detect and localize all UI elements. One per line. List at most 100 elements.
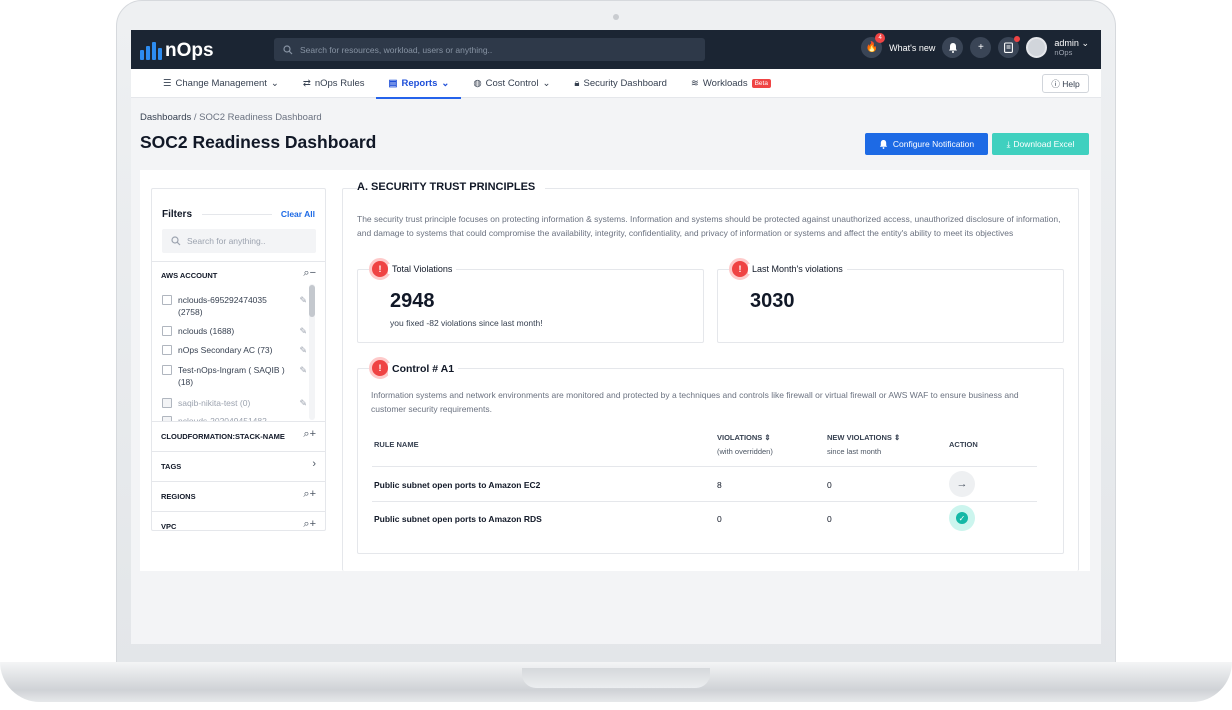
security-principles-panel: A. SECURITY TRUST PRINCIPLES The securit… [342,181,1079,571]
user-menu[interactable]: admin ⌄ nOps [1054,38,1089,58]
main-nav: ☰ Change Management ⌄ ⇄ nOps Rules ▤ Rep… [131,69,1101,99]
top-bar: nOps Search for resources, workload, use… [131,30,1101,69]
download-excel-button[interactable]: ⤓ Download Excel [992,133,1089,155]
configure-notification-button[interactable]: Configure Notification [865,133,988,155]
search-icon [283,44,293,54]
filter-search-input[interactable]: Search for anything.. [162,229,316,253]
last-month-label: Last Month's violations [748,264,847,274]
column-rule-name: RULE NAME [374,440,419,449]
breadcrumb-dashboards[interactable]: Dashboards [140,112,191,123]
checkbox[interactable] [162,326,172,336]
nav-change-management[interactable]: ☰ Change Management ⌄ [151,69,291,98]
nav-reports[interactable]: ▤ Reports ⌄ [376,69,462,99]
nav-security-dashboard[interactable]: 🔒︎ Security Dashboard [562,69,679,98]
dollar-icon: ◍ [473,77,482,89]
rule-name: Public subnet open ports to Amazon EC2 [374,480,541,490]
edit-icon[interactable]: ✎ [299,325,307,337]
nav-label: Cost Control [485,77,539,89]
vpc-section[interactable]: VPC ⌕+ [152,511,325,531]
total-violations-value: 2948 [390,290,435,312]
logo-text: nOps [165,40,214,61]
list-item[interactable]: saqib-nikita-test (0) ✎ [162,397,307,409]
user-name: admin [1054,37,1079,48]
search-add-icon[interactable]: ⌕+ [303,428,316,441]
page-title: SOC2 Readiness Dashboard [140,132,377,152]
cloudformation-label: CLOUDFORMATION:STACK-NAME [161,432,285,441]
app-screen: nOps Search for resources, workload, use… [131,30,1101,644]
section-title: A. SECURITY TRUST PRINCIPLES [357,181,546,193]
regions-label: REGIONS [161,492,196,501]
list-item[interactable]: nclouds-695292474035 (2758) ✎ [162,294,307,318]
search-add-icon[interactable]: ⌕+ [303,488,316,501]
nav-cost-control[interactable]: ◍ Cost Control ⌄ [461,69,562,98]
bell-icon[interactable] [942,37,964,58]
notification-count-badge: 4 [875,33,886,43]
list-item[interactable]: nclouds (1688) ✎ [162,325,307,337]
help-button[interactable]: ⓘ Help [1042,74,1089,93]
laptop-frame: nOps Search for resources, workload, use… [0,0,1232,710]
clear-all-link[interactable]: Clear All [281,209,315,219]
account-label: nOps Secondary AC (73) [178,345,273,355]
list-item[interactable]: Test-nOps-Ingram ( SAQIB ) (18) ✎ [162,364,307,388]
lock-icon: 🔒︎ [574,77,580,89]
account-scrollbar-thumb[interactable] [309,285,315,317]
violations-subheader: (with overridden) [717,447,773,456]
bell-icon [879,139,887,149]
search-collapse-icon[interactable]: ⌕− [303,267,316,280]
arrow-right-icon[interactable]: → [949,471,975,497]
control-a1-card: ! Control # A1 Information systems and n… [357,357,1064,554]
nav-label: Workloads [702,77,748,89]
chevron-down-icon: ⌄ [441,77,450,89]
clipboard-icon[interactable] [998,36,1021,58]
user-org: nOps [1054,47,1073,57]
edit-icon[interactable]: ✎ [299,294,307,306]
list-item[interactable]: nOps Secondary AC (73) ✎ [162,344,307,356]
violations-header: VIOLATIONS ⇕ [717,433,771,442]
report-icon: ▤ [388,77,398,89]
search-add-icon[interactable]: ⌕+ [303,518,316,531]
checkbox[interactable] [162,398,172,408]
cloudformation-section[interactable]: CLOUDFORMATION:STACK-NAME ⌕+ [152,421,325,451]
edit-icon[interactable]: ✎ [299,344,307,356]
total-violations-label: Total Violations [388,264,457,274]
tags-section[interactable]: TAGS › [152,451,325,481]
vpc-label: VPC [161,522,177,531]
column-violations[interactable]: VIOLATIONS ⇕ (with overridden) [717,433,773,456]
breadcrumb-separator: / [193,112,197,123]
nops-logo[interactable]: nOps [140,40,214,62]
aws-account-label: AWS ACCOUNT [161,271,218,280]
violations-count: 8 [717,480,722,490]
edit-icon[interactable]: ✎ [299,397,307,409]
content-area: Filters Clear All Search for anything.. … [140,170,1090,571]
chevron-right-icon[interactable]: › [312,458,316,470]
control-description: Information systems and network environm… [371,390,1019,414]
account-label: nclouds (1688) [178,326,235,336]
stack-icon: ≋ [690,77,699,89]
fire-icon[interactable]: 🔥 4 [861,33,886,58]
column-new-violations[interactable]: NEW VIOLATIONS ⇕ since last month [827,433,900,456]
filters-divider [202,214,272,215]
search-placeholder: Search for resources, workload, users or… [300,44,493,55]
rule-name: Public subnet open ports to Amazon RDS [374,514,542,524]
new-violations-count: 0 [827,480,832,490]
new-violations-header: NEW VIOLATIONS ⇕ [827,433,901,442]
layers-icon: ☰ [163,77,172,89]
nav-workloads[interactable]: ≋ Workloads Beta [679,69,783,98]
control-title: Control # A1 [388,363,459,375]
checkbox[interactable] [162,295,172,305]
checkbox[interactable] [162,365,172,375]
account-label: Test-nOps-Ingram ( SAQIB ) (18) [178,365,285,387]
global-search-input[interactable]: Search for resources, workload, users or… [274,38,705,61]
plus-icon[interactable]: + [970,37,992,58]
last-month-card: ! Last Month's violations 3030 [717,258,1064,343]
checkbox[interactable] [162,345,172,355]
edit-icon[interactable]: ✎ [299,364,307,376]
regions-section[interactable]: REGIONS ⌕+ [152,481,325,511]
row-divider [372,501,1037,502]
nav-nops-rules[interactable]: ⇄ nOps Rules [291,69,377,98]
question-icon: ⓘ [1051,78,1060,89]
chevron-down-icon: ⌄ [270,77,279,89]
whats-new-link[interactable]: What's new [889,43,935,53]
check-circle-icon[interactable]: ✓ [949,505,975,531]
avatar[interactable] [1026,37,1048,58]
